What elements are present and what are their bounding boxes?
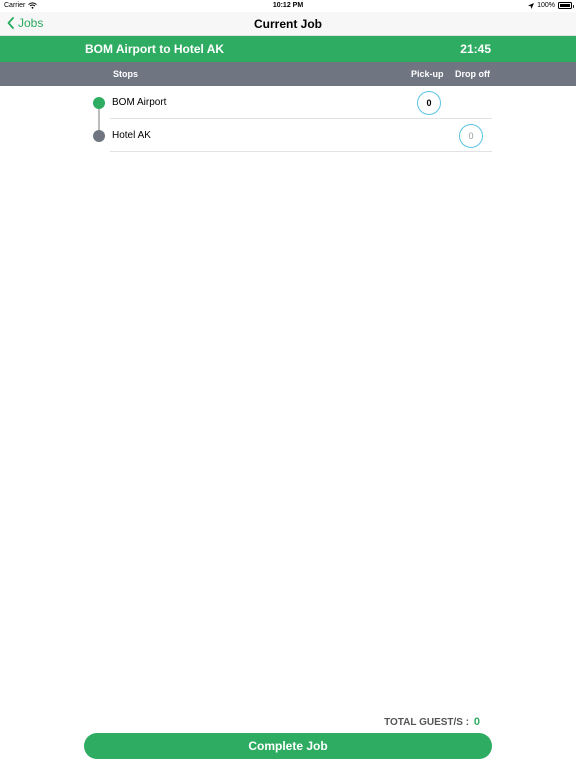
column-header-pickup: Pick-up [411, 69, 444, 79]
battery-icon [558, 2, 574, 9]
page-title: Current Job [253, 17, 322, 31]
total-guests-label: TOTAL GUEST/S : [384, 717, 470, 728]
column-header-dropoff: Drop off [455, 69, 490, 79]
status-time: 10:12 PM [272, 2, 304, 9]
status-bar: Carrier 10:12 PM 100% [0, 0, 576, 12]
stop-dot-icon [93, 97, 105, 109]
job-time: 21:45 [460, 42, 491, 56]
dropoff-counter[interactable]: 0 [459, 124, 483, 148]
job-header: BOM Airport to Hotel AK 21:45 [0, 36, 576, 62]
location-arrow-icon [528, 2, 535, 9]
row-divider [110, 151, 492, 152]
complete-job-button[interactable]: Complete Job [84, 733, 492, 759]
total-guests-value: 0 [473, 716, 480, 728]
job-route: BOM Airport to Hotel AK [85, 42, 225, 56]
stop-name: BOM Airport [112, 97, 167, 108]
stop-row: BOM Airport 0 [0, 86, 576, 119]
stop-row: Hotel AK 0 [0, 119, 576, 152]
navigation-bar: Jobs Current Job [0, 12, 576, 36]
stop-dot-icon [93, 130, 105, 142]
pickup-counter[interactable]: 0 [417, 91, 441, 115]
battery-percent: 100% [537, 2, 555, 9]
column-header-stops: Stops [113, 69, 139, 79]
stops-table-header: Stops Pick-up Drop off [0, 62, 576, 86]
total-guests: TOTAL GUEST/S : 0 [384, 716, 480, 728]
status-right-group: 100% [528, 2, 574, 9]
stop-name: Hotel AK [112, 130, 151, 141]
